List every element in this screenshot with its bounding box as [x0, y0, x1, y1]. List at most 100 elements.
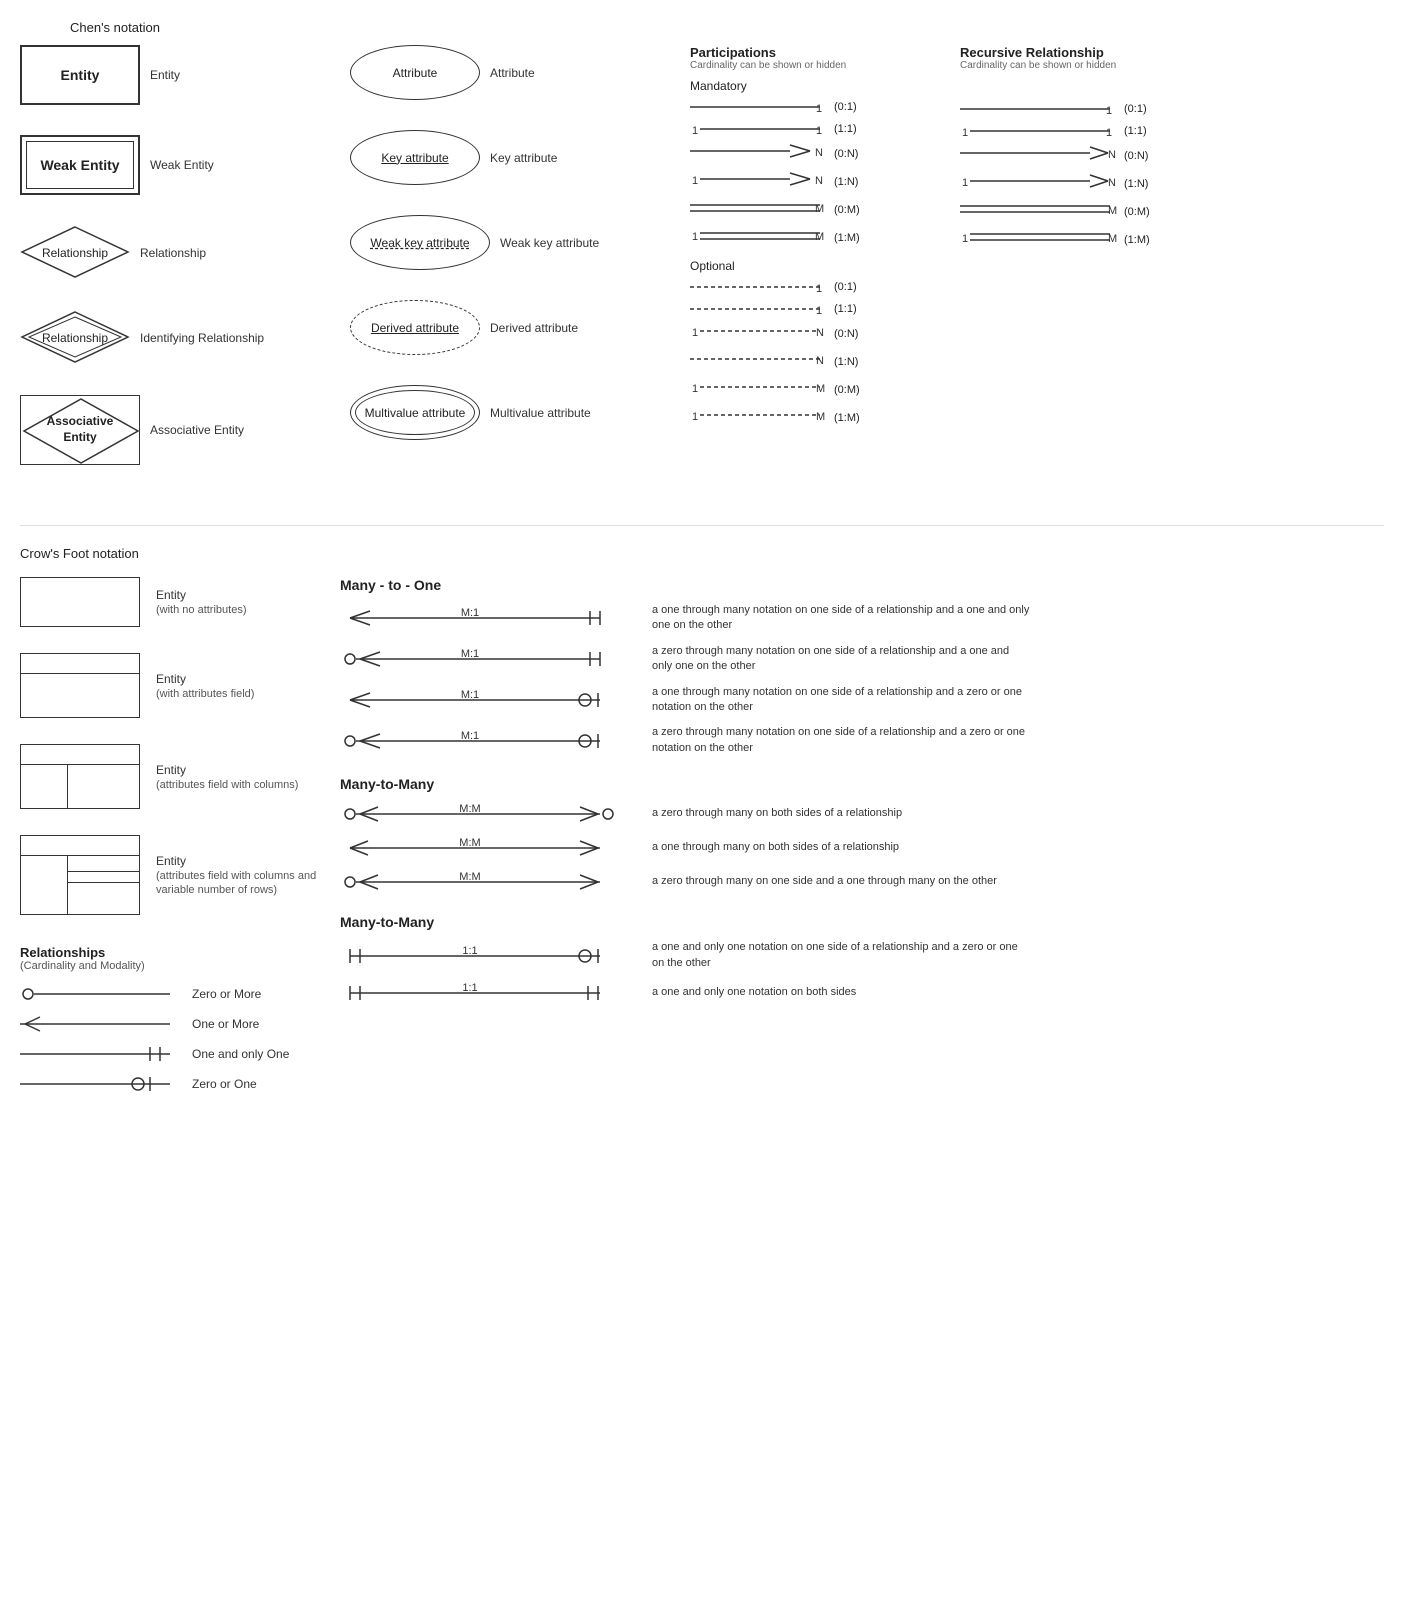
mm-desc-2: a one through many on both sides of a re…: [652, 840, 899, 855]
cf-entity-attr-shape: [20, 653, 140, 718]
rec-line-0m: M: [960, 201, 1120, 223]
svg-text:1:1: 1:1: [462, 982, 477, 994]
part-notation-1n: (1:N): [834, 176, 858, 188]
optional-label: Optional: [690, 259, 950, 273]
rel-zero-one: Zero or One: [20, 1074, 320, 1094]
attribute-shape: Attribute: [350, 45, 480, 100]
svg-text:N: N: [815, 147, 823, 159]
cf-entity-cols-item: Entity (attributes field with columns): [20, 744, 320, 809]
recursive-col: Recursive Relationship Cardinality can b…: [960, 45, 1240, 495]
opt-line-1m: 1 M: [690, 407, 830, 429]
svg-text:1: 1: [692, 125, 698, 137]
cf-entity-attr: Entity (with attributes field): [20, 653, 320, 718]
opt-notation-0m: (0:M): [834, 384, 860, 396]
svg-text:1: 1: [692, 383, 698, 395]
participations-col: Participations Cardinality can be shown …: [690, 45, 950, 495]
key-attribute-item: Key attribute Key attribute: [350, 130, 690, 185]
cf-entity-cols-shape: [20, 744, 140, 809]
rel-zero-one-label: Zero or One: [192, 1077, 312, 1091]
svg-text:M:1: M:1: [461, 730, 479, 742]
m1-desc-3: a one through many notation on one side …: [652, 685, 1032, 716]
one-only-icon: [20, 1044, 180, 1064]
svg-text:1: 1: [816, 283, 822, 295]
assoc-entity-label: Associative Entity: [150, 423, 244, 437]
one-to-one-section: Many-to-Many 1:1 a one and only one nota…: [340, 914, 1384, 1005]
many-to-many-section: Many-to-Many M:M a z: [340, 776, 1384, 894]
attribute-item: Attribute Attribute: [350, 45, 690, 100]
svg-text:1: 1: [692, 411, 698, 423]
rec-row-0n: N (0:N): [960, 145, 1240, 167]
part-line-0m: M: [690, 199, 830, 221]
svg-text:1: 1: [816, 103, 822, 115]
svg-text:M: M: [816, 411, 825, 423]
weak-key-attribute-item: Weak key attribute Weak key attribute: [350, 215, 690, 270]
rec-line-11: 1 1: [960, 123, 1120, 139]
m1-row-1: M:1 a one through many notation on one s…: [340, 603, 1384, 634]
cf-entity-cols-label: Entity (attributes field with columns): [156, 763, 298, 791]
crows-foot-section: Crow's Foot notation Entity (with no att…: [20, 546, 1384, 1104]
mm-line-3: M:M: [340, 870, 640, 894]
svg-text:1: 1: [692, 231, 698, 243]
cf-entity-rows-item: Entity (attributes field with columns an…: [20, 835, 320, 915]
weak-key-attribute-label: Weak key attribute: [500, 236, 599, 250]
many-to-one-section: Many - to - One M:1 a one through: [340, 577, 1384, 756]
m1-line-4: M:1: [340, 729, 640, 753]
m1-line-3: M:1: [340, 688, 640, 712]
rec-line-1m: 1 M: [960, 229, 1120, 251]
part-line-11: 1 1: [690, 121, 830, 137]
weak-entity-item: Weak Entity Weak Entity: [20, 135, 350, 195]
svg-text:M:1: M:1: [461, 648, 479, 660]
part-row-1m: 1 M (1:M): [690, 227, 950, 249]
mm-desc-1: a zero through many on both sides of a r…: [652, 806, 902, 821]
part-row-0m: M (0:M): [690, 199, 950, 221]
derived-attribute-item: Derived attribute Derived attribute: [350, 300, 690, 355]
opt-row-1m: 1 M (1:M): [690, 407, 950, 429]
entity-item: Entity Entity: [20, 45, 350, 105]
svg-text:M: M: [1108, 233, 1117, 245]
zero-more-icon: [20, 984, 180, 1004]
opt-row-1n: N (1:N): [690, 351, 950, 373]
svg-text:1: 1: [1106, 105, 1112, 117]
identifying-relationship-item: Relationship Identifying Relationship: [20, 310, 350, 365]
part-notation-0m: (0:M): [834, 204, 860, 216]
participations-subheader: Cardinality can be shown or hidden: [690, 60, 950, 71]
m1-desc-4: a zero through many notation on one side…: [652, 725, 1032, 756]
m1-row-2: M:1 a zero through many notation on one …: [340, 644, 1384, 675]
cf-entity-attr-label: Entity (with attributes field): [156, 672, 254, 700]
svg-text:M: M: [816, 383, 825, 395]
weak-entity-label: Weak Entity: [150, 158, 214, 172]
mm-line-2: M:M: [340, 836, 640, 860]
rel-section: Relationships (Cardinality and Modality)…: [20, 945, 320, 1094]
part-line-1m: 1 M: [690, 227, 830, 249]
m1-row-3: M:1 a one through many notation on one s…: [340, 685, 1384, 716]
svg-text:1: 1: [1106, 127, 1112, 139]
derived-attribute-shape: Derived attribute: [350, 300, 480, 355]
opt-line-1n: N: [690, 351, 830, 373]
relationship-label: Relationship: [140, 246, 206, 260]
recursive-header: Recursive Relationship: [960, 45, 1240, 60]
relationship-shape: Relationship: [20, 225, 130, 280]
many-to-many-title: Many-to-Many: [340, 776, 1384, 792]
key-attribute-label: Key attribute: [490, 151, 557, 165]
svg-text:M:1: M:1: [461, 607, 479, 619]
identifying-relationship-label: Identifying Relationship: [140, 331, 264, 345]
11-row-1: 1:1 a one and only one notation on one s…: [340, 940, 1384, 971]
chens-section: Chen's notation Entity Entity Weak Entit…: [20, 20, 1384, 495]
mm-desc-3: a zero through many on one side and a on…: [652, 874, 997, 889]
participations-recursive-col: Participations Cardinality can be shown …: [690, 45, 1384, 495]
svg-text:1: 1: [962, 233, 968, 245]
svg-text:M: M: [815, 203, 824, 215]
mandatory-label: Mandatory: [690, 79, 950, 93]
one-more-icon: [20, 1014, 180, 1034]
identifying-relationship-shape: Relationship: [20, 310, 130, 365]
rel-one-only: One and only One: [20, 1044, 320, 1064]
svg-text:1:1: 1:1: [462, 945, 477, 957]
weak-key-attribute-shape: Weak key attribute: [350, 215, 490, 270]
rec-row-0m: M (0:M): [960, 201, 1240, 223]
part-row-01: 1 (0:1): [690, 99, 950, 115]
m1-line-2: M:1: [340, 647, 640, 671]
chens-header: Chen's notation: [70, 20, 1384, 35]
rel-zero-more-label: Zero or More: [192, 987, 312, 1001]
mm-row-1: M:M a zero through many on both sides of…: [340, 802, 1384, 826]
rec-row-01: 1 (0:1): [960, 101, 1240, 117]
